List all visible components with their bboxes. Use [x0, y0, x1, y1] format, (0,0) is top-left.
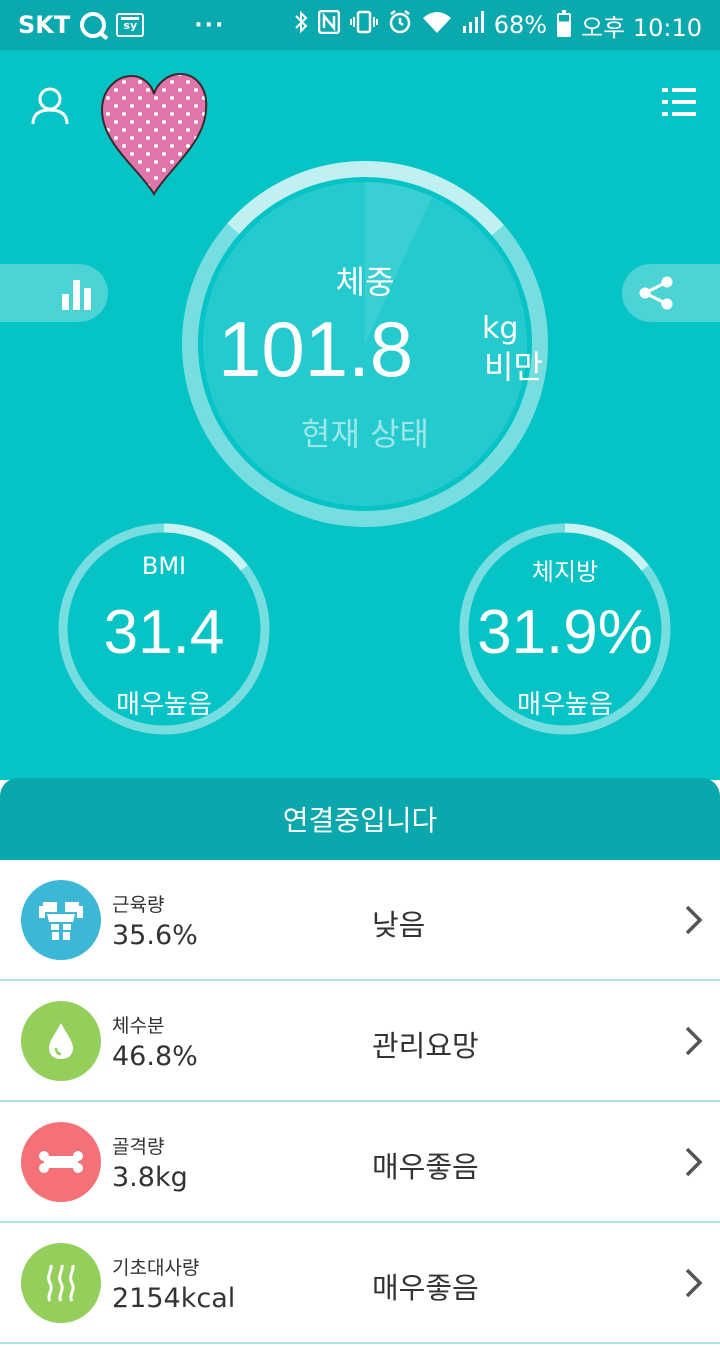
user-profile-button[interactable] — [30, 86, 70, 126]
statistics-button[interactable] — [0, 264, 108, 322]
wifi-icon — [422, 10, 452, 40]
menu-button[interactable] — [662, 86, 696, 118]
chevron-right-icon — [685, 1147, 703, 1177]
chevron-right-icon — [685, 1268, 703, 1298]
body-fat-status: 매우높음 — [517, 690, 613, 720]
metric-name: 근육량 — [112, 894, 165, 916]
status-left: SKT sy ··· — [18, 11, 225, 39]
chevron-right-icon — [685, 1026, 703, 1056]
water-drop-icon — [21, 1001, 101, 1081]
metric-status: 관리요망 — [372, 1029, 479, 1063]
metric-value: 46.8% — [112, 1041, 198, 1072]
q-app-icon — [80, 12, 107, 38]
metric-row-bmr[interactable]: 기초대사량 2154kcal 매우좋음 — [0, 1223, 720, 1344]
battery-percent: 68% — [493, 11, 548, 39]
body-fat-label: 체지방 — [531, 558, 599, 586]
alarm-icon — [388, 10, 412, 40]
clock: 오후 10:10 — [581, 13, 702, 42]
muscle-icon — [21, 880, 101, 960]
main-dashboard: 체중 101.8 kg 비만 현재 상태 BMI 31.4 매우높음 체지방 3… — [0, 50, 720, 780]
metric-value: 2154kcal — [112, 1283, 236, 1314]
weight-value: 101.8 — [218, 305, 414, 393]
body-fat-gauge-text: 체지방 31.9% 매우높음 — [456, 520, 674, 738]
metric-name: 기초대사량 — [112, 1257, 200, 1279]
more-notifications-icon: ··· — [194, 12, 226, 38]
metric-status: 낮음 — [372, 908, 426, 942]
metric-name: 골격량 — [112, 1136, 165, 1158]
connection-status-text: 연결중입니다 — [282, 804, 438, 837]
bmi-value: 31.4 — [103, 598, 225, 667]
bar-chart-icon — [62, 280, 91, 310]
heat-waves-icon — [21, 1243, 101, 1323]
metric-value: 35.6% — [112, 920, 198, 951]
weight-subtitle: 현재 상태 — [301, 415, 429, 453]
user-icon — [31, 87, 69, 125]
metric-row-muscle[interactable]: 근육량 35.6% 낮음 — [0, 860, 720, 981]
metric-status: 매우좋음 — [372, 1271, 479, 1305]
metric-list: 근육량 35.6% 낮음 체수분 46.8% 관리요망 골격량 3.8kg 매우… — [0, 860, 720, 1344]
bmi-status: 매우높음 — [116, 690, 212, 720]
share-button[interactable] — [622, 264, 720, 322]
status-bar: SKT sy ··· 68% 오후 10:10 — [0, 0, 720, 50]
weight-gauge[interactable]: 체중 101.8 kg 비만 현재 상태 — [178, 157, 552, 531]
battery-icon — [557, 10, 572, 37]
share-icon — [639, 276, 673, 310]
body-fat-gauge[interactable]: 체지방 31.9% 매우높음 — [456, 520, 674, 738]
metric-row-body-water[interactable]: 체수분 46.8% 관리요망 — [0, 981, 720, 1102]
status-right: 68% 오후 10:10 — [294, 8, 702, 43]
chevron-right-icon — [685, 905, 703, 935]
weight-label: 체중 — [335, 263, 395, 301]
sy-app-icon: sy — [116, 13, 145, 37]
signal-icon — [462, 10, 484, 40]
weight-gauge-text: 체중 101.8 kg 비만 현재 상태 — [178, 157, 552, 531]
carrier-label: SKT — [18, 11, 71, 39]
metric-name: 체수분 — [112, 1015, 165, 1037]
connection-status-banner: 연결중입니다 — [0, 778, 720, 860]
bmi-gauge-text: BMI 31.4 매우높음 — [55, 520, 273, 738]
bluetooth-icon — [294, 10, 308, 40]
list-menu-icon — [662, 88, 696, 116]
metric-row-bone[interactable]: 골격량 3.8kg 매우좋음 — [0, 1102, 720, 1223]
weight-value-group: 101.8 kg 비만 — [218, 305, 543, 397]
vibrate-icon — [349, 10, 378, 40]
metric-value: 3.8kg — [112, 1162, 188, 1193]
bone-icon — [21, 1122, 101, 1202]
metric-status: 매우좋음 — [372, 1150, 479, 1184]
weight-unit: kg — [482, 311, 519, 346]
body-fat-value: 31.9% — [477, 598, 653, 667]
bmi-gauge[interactable]: BMI 31.4 매우높음 — [55, 520, 273, 738]
bmi-label: BMI — [141, 552, 187, 580]
weight-status: 비만 — [484, 348, 543, 386]
nfc-icon — [317, 9, 340, 40]
